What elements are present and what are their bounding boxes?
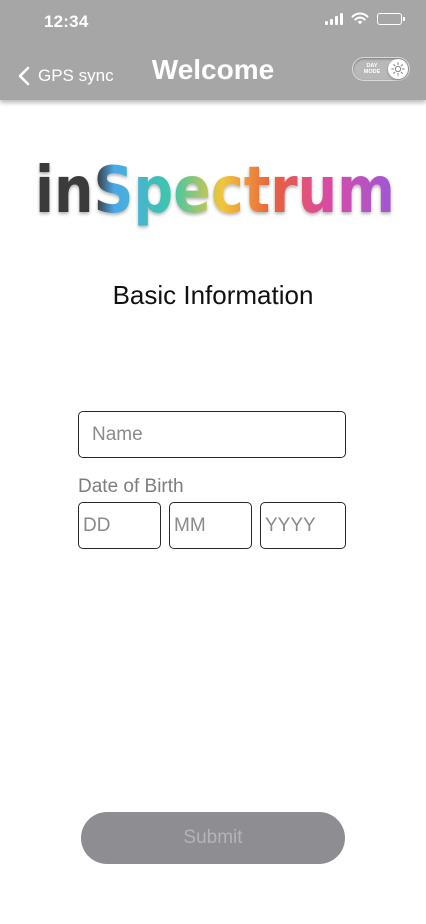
battery-icon <box>377 12 405 25</box>
sun-icon <box>388 59 408 79</box>
date-of-birth-label: Date of Birth <box>78 476 184 497</box>
wifi-icon <box>351 12 369 25</box>
name-input[interactable] <box>78 411 346 458</box>
day-mode-label: DAY MODE <box>360 63 384 75</box>
status-time: 12:34 <box>44 12 89 31</box>
back-button[interactable]: GPS sync <box>18 66 114 86</box>
day-input[interactable] <box>78 502 161 549</box>
logo-text: inSpectrum <box>35 154 395 228</box>
cellular-signal-icon <box>325 12 343 25</box>
year-input[interactable] <box>260 502 346 549</box>
inspectrum-logo: inSpectrum <box>35 154 395 228</box>
chevron-left-icon <box>18 66 30 86</box>
back-button-label: GPS sync <box>38 66 114 85</box>
section-title: Basic Information <box>112 280 314 310</box>
submit-button[interactable]: Submit <box>81 812 345 864</box>
status-icons <box>325 12 405 25</box>
month-input[interactable] <box>169 502 252 549</box>
day-mode-toggle[interactable]: DAY MODE <box>352 57 410 81</box>
day-mode-label-line2: MODE <box>363 69 381 75</box>
app-header: 12:34 GPS sync Welcome DAY MODE <box>0 0 426 100</box>
